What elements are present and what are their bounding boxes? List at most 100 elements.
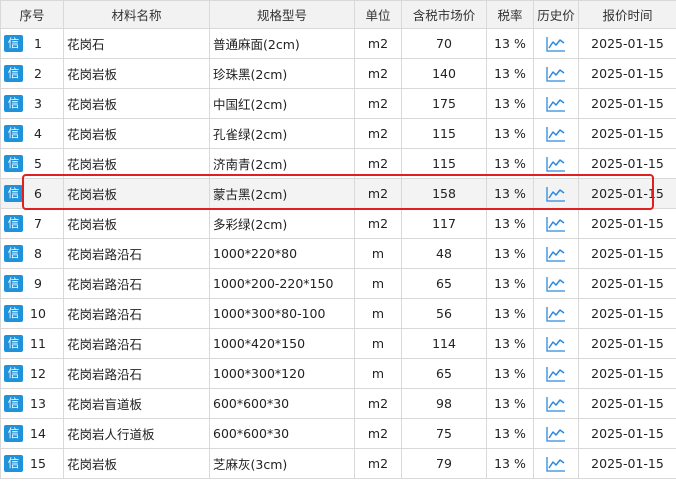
history-price-cell[interactable] xyxy=(533,28,579,59)
history-price-cell[interactable] xyxy=(533,88,579,119)
tax-inclusive-price: 98 xyxy=(401,388,487,419)
history-price-cell[interactable] xyxy=(533,448,579,479)
history-price-cell[interactable] xyxy=(533,148,579,179)
info-badge[interactable]: 信 xyxy=(4,425,23,442)
material-name: 花岗岩路沿石 xyxy=(63,268,210,299)
info-badge[interactable]: 信 xyxy=(4,125,23,142)
row-number: 15 xyxy=(30,456,46,471)
info-badge[interactable]: 信 xyxy=(4,35,23,52)
info-badge[interactable]: 信 xyxy=(4,95,23,112)
header-spec[interactable]: 规格型号 xyxy=(209,0,355,29)
line-chart-icon[interactable] xyxy=(546,276,566,292)
tax-rate: 13 % xyxy=(486,418,534,449)
table-row[interactable]: 信 11 花岗岩路沿石 1000*420*150 m 114 13 % 2025-01-15 xyxy=(0,328,676,359)
line-chart-icon[interactable] xyxy=(546,36,566,52)
header-history[interactable]: 历史价 xyxy=(533,0,579,29)
unit: m2 xyxy=(354,388,402,419)
table-row[interactable]: 信 13 花岗岩盲道板 600*600*30 m2 98 13 % 2025-01-15 xyxy=(0,388,676,419)
table-row[interactable]: 信 5 花岗岩板 济南青(2cm) m2 115 13 % 2025-01-15 xyxy=(0,148,676,179)
history-price-cell[interactable] xyxy=(533,358,579,389)
table-row[interactable]: 信 9 花岗岩路沿石 1000*200-220*150 m 65 13 % 2025-01-1… xyxy=(0,268,676,299)
tax-inclusive-price: 115 xyxy=(401,118,487,149)
tax-inclusive-price: 79 xyxy=(401,448,487,479)
spec-model: 多彩绿(2cm) xyxy=(209,208,355,239)
unit: m xyxy=(354,268,402,299)
history-price-cell[interactable] xyxy=(533,328,579,359)
info-badge[interactable]: 信 xyxy=(4,365,23,382)
table-row[interactable]: 信 7 花岗岩板 多彩绿(2cm) m2 117 13 % 2025-01-15 xyxy=(0,208,676,239)
table-row[interactable]: 信 15 花岗岩板 芝麻灰(3cm) m2 79 13 % 2025-01-15 xyxy=(0,448,676,479)
info-badge[interactable]: 信 xyxy=(4,65,23,82)
table-row[interactable]: 信 8 花岗岩路沿石 1000*220*80 m 48 13 % 2025-01-15 xyxy=(0,238,676,269)
spec-model: 珍珠黑(2cm) xyxy=(209,58,355,89)
tax-inclusive-price: 48 xyxy=(401,238,487,269)
line-chart-icon[interactable] xyxy=(546,366,566,382)
info-badge[interactable]: 信 xyxy=(4,185,23,202)
spec-model: 1000*420*150 xyxy=(209,328,355,359)
line-chart-icon[interactable] xyxy=(546,246,566,262)
info-badge[interactable]: 信 xyxy=(4,155,23,172)
row-seq-cell: 信4 xyxy=(0,118,64,149)
info-badge[interactable]: 信 xyxy=(4,275,23,292)
history-price-cell[interactable] xyxy=(533,418,579,449)
material-name: 花岗岩人行道板 xyxy=(63,418,210,449)
line-chart-icon[interactable] xyxy=(546,426,566,442)
table-row[interactable]: 信 14 花岗岩人行道板 600*600*30 m2 75 13 % 2025-01-15 xyxy=(0,418,676,449)
line-chart-icon[interactable] xyxy=(546,66,566,82)
line-chart-icon[interactable] xyxy=(546,126,566,142)
line-chart-icon[interactable] xyxy=(546,456,566,472)
row-seq-cell: 信 11 xyxy=(0,328,64,359)
history-price-cell[interactable] xyxy=(533,238,579,269)
row-number: 14 xyxy=(30,426,46,441)
material-name: 花岗岩板 xyxy=(63,118,210,149)
line-chart-icon[interactable] xyxy=(546,336,566,352)
line-chart-icon[interactable] xyxy=(546,96,566,112)
line-chart-icon[interactable] xyxy=(546,306,566,322)
history-price-cell[interactable] xyxy=(533,298,579,329)
history-price-cell[interactable] xyxy=(533,178,579,209)
history-price-cell[interactable] xyxy=(533,208,579,239)
info-badge[interactable]: 信 xyxy=(4,335,23,352)
tax-inclusive-price: 75 xyxy=(401,418,487,449)
table-row[interactable]: 信 4 花岗岩板 孔雀绿(2cm) m2 115 13 % 2025-01-15 xyxy=(0,118,676,149)
history-price-cell[interactable] xyxy=(533,268,579,299)
history-price-cell[interactable] xyxy=(533,58,579,89)
tax-rate: 13 % xyxy=(486,28,534,59)
info-badge[interactable]: 信 xyxy=(4,455,23,472)
header-material[interactable]: 材料名称 xyxy=(63,0,210,29)
info-badge[interactable]: 信 xyxy=(4,305,23,322)
info-badge[interactable]: 信 xyxy=(4,215,23,232)
table-row[interactable]: 信 2 花岗岩板 珍珠黑(2cm) m2 140 13 % 2025-01-15 xyxy=(0,58,676,89)
line-chart-icon[interactable] xyxy=(546,186,566,202)
quote-date: 2025-01-15 xyxy=(578,178,676,209)
tax-rate: 13 % xyxy=(486,178,534,209)
info-badge[interactable]: 信 xyxy=(4,245,23,262)
line-chart-icon[interactable] xyxy=(546,156,566,172)
history-price-cell[interactable] xyxy=(533,388,579,419)
line-chart-icon[interactable] xyxy=(546,396,566,412)
info-badge[interactable]: 信 xyxy=(4,395,23,412)
header-unit[interactable]: 单位 xyxy=(354,0,402,29)
tax-rate: 13 % xyxy=(486,238,534,269)
header-seq[interactable]: 序号 xyxy=(0,0,64,29)
table-row[interactable]: 信 3 花岗岩板 中国红(2cm) m2 175 13 % 2025-01-15 xyxy=(0,88,676,119)
line-chart-icon[interactable] xyxy=(546,216,566,232)
tax-inclusive-price: 158 xyxy=(401,178,487,209)
spec-model: 1000*300*120 xyxy=(209,358,355,389)
tax-inclusive-price: 115 xyxy=(401,148,487,179)
header-price[interactable]: 含税市场价 xyxy=(401,0,487,29)
tax-inclusive-price: 70 xyxy=(401,28,487,59)
row-number: 7 xyxy=(34,216,42,231)
table-row[interactable]: 信 12 花岗岩路沿石 1000*300*120 m 65 13 % 2025-01-15 xyxy=(0,358,676,389)
table-row[interactable]: 信 6 花岗岩板 蒙古黑(2cm) m2 158 13 % 2025-01-15 xyxy=(0,178,676,209)
row-number: 8 xyxy=(34,246,42,261)
row-number: 2 xyxy=(34,66,42,81)
tax-inclusive-price: 114 xyxy=(401,328,487,359)
header-tax[interactable]: 税率 xyxy=(486,0,534,29)
unit: m xyxy=(354,298,402,329)
quote-date: 2025-01-15 xyxy=(578,388,676,419)
history-price-cell[interactable] xyxy=(533,118,579,149)
table-row[interactable]: 信 1 花岗石 普通麻面(2cm) m2 70 13 % 2025-01-15 xyxy=(0,28,676,59)
table-row[interactable]: 信 10 花岗岩路沿石 1000*300*80-100 m 56 13 % 2025-01-1… xyxy=(0,298,676,329)
header-date[interactable]: 报价时间 xyxy=(578,0,676,29)
